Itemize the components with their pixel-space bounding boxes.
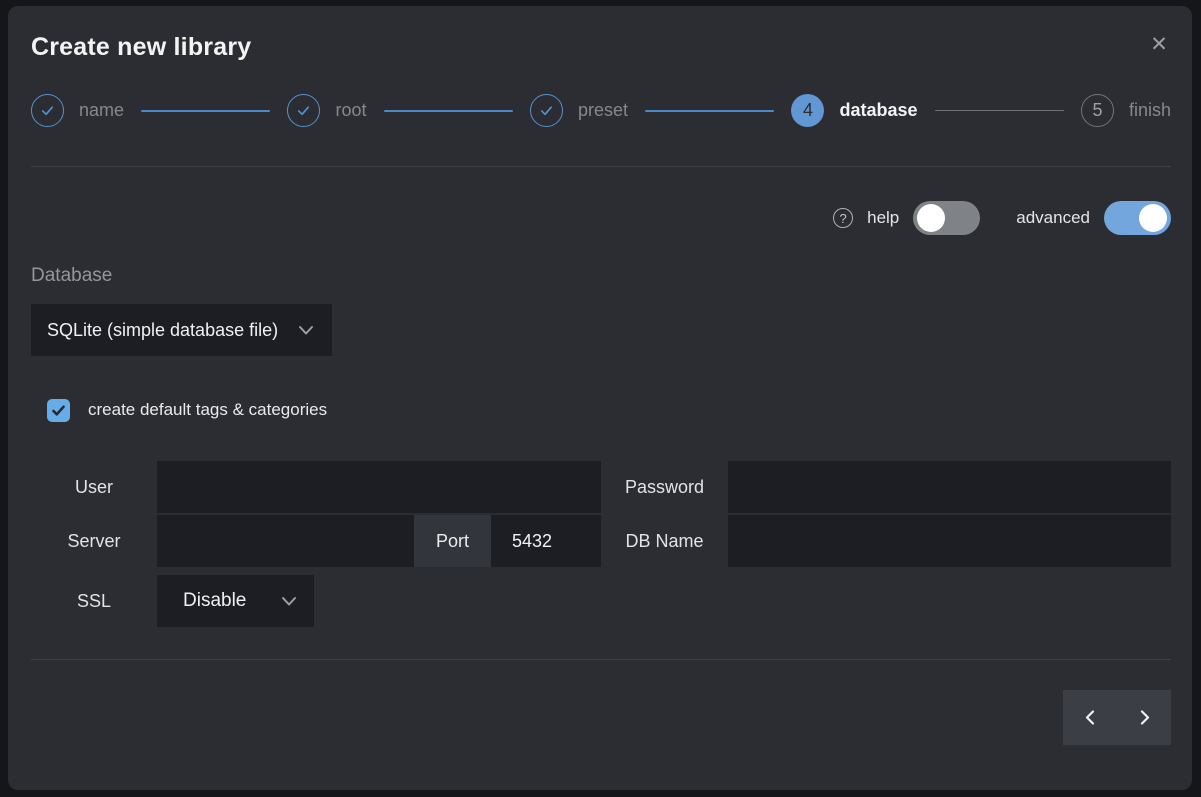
dbname-input[interactable] [728,515,1171,567]
port-label: Port [414,515,491,567]
server-port-group: Port [157,515,601,567]
bottom-divider [31,659,1171,660]
stepper-connector [935,110,1064,112]
step-finish[interactable]: 5 finish [1081,94,1171,127]
chevron-down-icon [278,590,300,612]
step-preset[interactable]: preset [530,94,628,127]
ssl-value: Disable [183,590,278,612]
database-type-value: SQLite (simple database file) [47,320,295,341]
ssl-select[interactable]: Disable [157,575,314,627]
step-name[interactable]: name [31,94,124,127]
step-label: preset [578,100,628,121]
dialog-title: Create new library [31,33,1171,62]
database-section-label: Database [31,265,1171,287]
create-library-dialog: Create new library ✕ name root preset 4 … [8,6,1192,790]
chevron-left-icon [1082,709,1099,726]
help-toggle[interactable] [913,201,980,235]
step-label: name [79,100,124,121]
check-icon [50,402,67,419]
check-circle-icon [287,94,320,127]
stepper-connector [645,110,774,112]
advanced-toggle[interactable] [1104,201,1171,235]
connection-form: User Password Server Port DB Name SSL Di… [31,461,1171,627]
toggle-knob [1139,204,1167,232]
create-defaults-checkbox[interactable] [47,399,70,422]
step-label: root [335,100,366,121]
user-input[interactable] [157,461,601,513]
nav-button-group [1063,690,1171,745]
password-label: Password [601,461,728,513]
database-type-select[interactable]: SQLite (simple database file) [31,304,332,356]
step-number-badge: 4 [791,94,824,127]
create-defaults-label: create default tags & categories [88,400,327,420]
check-circle-icon [31,94,64,127]
step-database[interactable]: 4 database [791,94,917,127]
help-question-icon: ? [833,208,853,228]
chevron-right-icon [1136,709,1153,726]
step-label: finish [1129,100,1171,121]
close-icon[interactable]: ✕ [1148,34,1170,56]
server-input[interactable] [157,515,414,567]
toggle-knob [917,204,945,232]
options-toolbar: ? help advanced [31,201,1171,235]
stepper-connector [141,110,270,112]
advanced-toggle-label: advanced [1016,208,1090,228]
wizard-stepper: name root preset 4 database 5 finish [31,94,1171,127]
port-input[interactable] [491,515,601,567]
help-toggle-label: help [867,208,899,228]
ssl-label: SSL [31,575,157,627]
step-label: database [839,100,917,121]
check-circle-icon [530,94,563,127]
stepper-connector [384,110,513,112]
default-tags-row: create default tags & categories [31,398,1171,422]
next-button[interactable] [1117,690,1171,745]
wizard-nav [31,690,1171,745]
step-number-badge: 5 [1081,94,1114,127]
user-label: User [31,461,157,513]
step-root[interactable]: root [287,94,366,127]
back-button[interactable] [1063,690,1117,745]
dbname-label: DB Name [601,515,728,567]
top-divider [31,166,1171,167]
password-input[interactable] [728,461,1171,513]
server-label: Server [31,515,157,567]
chevron-down-icon [295,319,317,341]
